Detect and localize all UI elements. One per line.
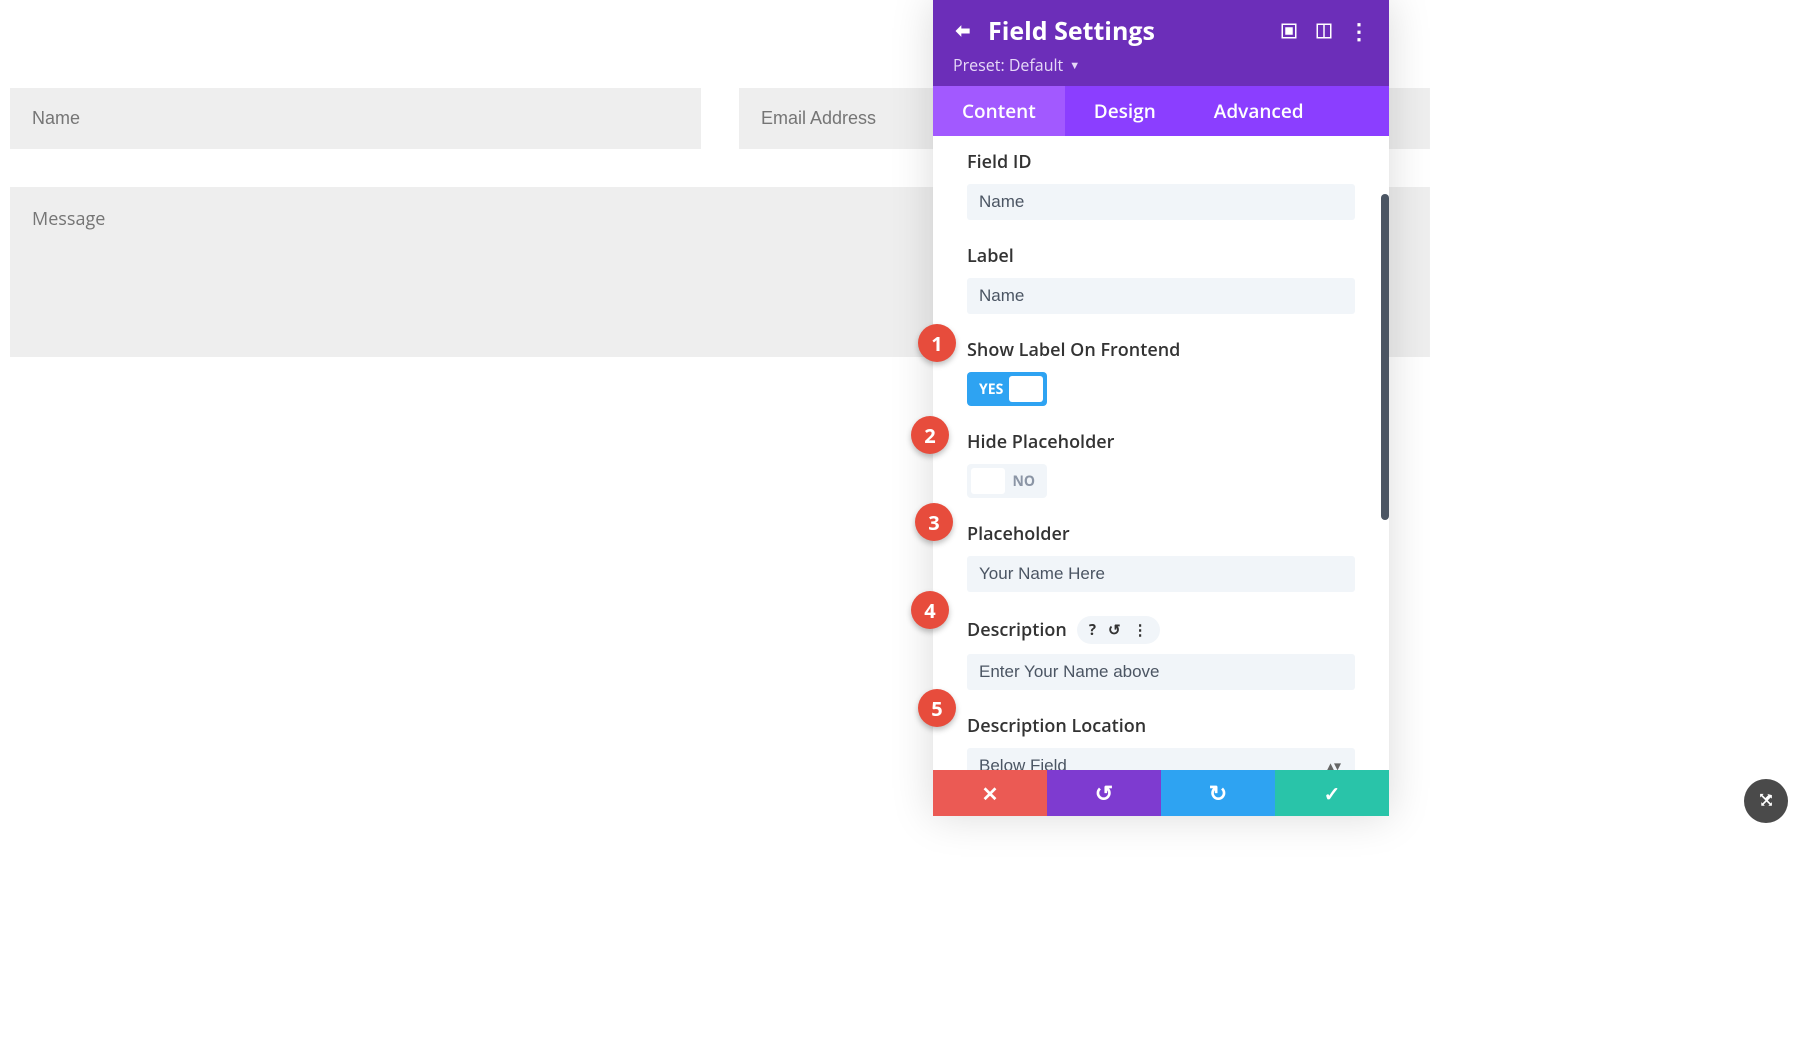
label-label: Label xyxy=(967,244,1355,268)
toggle-knob xyxy=(1009,376,1043,402)
hide-placeholder-label: Hide Placeholder xyxy=(967,430,1355,454)
description-location-select[interactable]: Below Field xyxy=(967,748,1355,770)
description-tools: ? ↺ ⋮ xyxy=(1077,616,1160,644)
setting-show-label: Show Label On Frontend YES xyxy=(967,338,1355,406)
cancel-button[interactable]: ✕ xyxy=(933,770,1047,816)
panel-footer: ✕ ↺ ↻ ✓ xyxy=(933,770,1389,816)
resize-handle[interactable] xyxy=(1744,779,1788,823)
show-label-label: Show Label On Frontend xyxy=(967,338,1355,362)
label-input[interactable] xyxy=(967,278,1355,314)
panel-layout-icon[interactable] xyxy=(1314,21,1334,41)
panel-title: Field Settings xyxy=(988,14,1264,48)
annotation-badge-2: 2 xyxy=(911,416,949,454)
field-id-label: Field ID xyxy=(967,150,1355,174)
panel-tabs: Content Design Advanced xyxy=(933,86,1389,136)
annotation-badge-1: 1 xyxy=(918,324,956,362)
description-input[interactable] xyxy=(967,654,1355,690)
redo-icon: ↻ xyxy=(1209,778,1227,808)
show-label-toggle[interactable]: YES xyxy=(967,372,1047,406)
setting-description-location: Description Location Below Field ▴▾ xyxy=(967,714,1355,770)
setting-hide-placeholder: Hide Placeholder NO xyxy=(967,430,1355,498)
name-input[interactable] xyxy=(10,88,701,149)
setting-placeholder: Placeholder xyxy=(967,522,1355,592)
field-id-input[interactable] xyxy=(967,184,1355,220)
undo-icon: ↺ xyxy=(1095,778,1113,808)
placeholder-input[interactable] xyxy=(967,556,1355,592)
tab-advanced[interactable]: Advanced xyxy=(1185,86,1333,136)
setting-label: Label xyxy=(967,244,1355,314)
panel-header: Field Settings ⋮ Preset: Default ▼ xyxy=(933,0,1389,86)
save-button[interactable]: ✓ xyxy=(1275,770,1389,816)
scrollbar-thumb[interactable] xyxy=(1381,194,1389,520)
preset-dropdown[interactable]: Preset: Default ▼ xyxy=(953,54,1369,76)
setting-field-id: Field ID xyxy=(967,150,1355,220)
setting-description: Description ? ↺ ⋮ xyxy=(967,616,1355,690)
tab-design[interactable]: Design xyxy=(1065,86,1185,136)
panel-body: Field ID Label Show Label On Frontend YE… xyxy=(933,136,1389,770)
annotation-badge-5: 5 xyxy=(918,689,956,727)
undo-button[interactable]: ↺ xyxy=(1047,770,1161,816)
close-icon: ✕ xyxy=(982,780,999,807)
description-label: Description xyxy=(967,618,1067,642)
hide-placeholder-toggle[interactable]: NO xyxy=(967,464,1047,498)
more-icon[interactable]: ⋮ xyxy=(1349,21,1369,41)
annotation-badge-4: 4 xyxy=(911,591,949,629)
description-location-label: Description Location xyxy=(967,714,1355,738)
placeholder-label: Placeholder xyxy=(967,522,1355,546)
redo-button[interactable]: ↻ xyxy=(1161,770,1275,816)
field-settings-panel: Field Settings ⋮ Preset: Default ▼ Conte… xyxy=(933,0,1389,816)
toggle-no-text: NO xyxy=(1004,472,1043,491)
help-icon[interactable]: ? xyxy=(1089,620,1096,640)
preset-label: Preset: Default xyxy=(953,54,1063,76)
reset-icon[interactable]: ↺ xyxy=(1108,620,1121,640)
tab-content[interactable]: Content xyxy=(933,86,1065,136)
annotation-badge-3: 3 xyxy=(915,503,953,541)
chevron-down-icon: ▼ xyxy=(1069,58,1080,73)
check-icon: ✓ xyxy=(1324,780,1341,807)
back-icon[interactable] xyxy=(953,21,973,41)
options-icon[interactable]: ⋮ xyxy=(1133,620,1148,640)
toggle-yes-text: YES xyxy=(971,380,1011,399)
expand-icon[interactable] xyxy=(1279,21,1299,41)
toggle-knob xyxy=(971,468,1005,494)
description-label-row: Description ? ↺ ⋮ xyxy=(967,616,1355,644)
